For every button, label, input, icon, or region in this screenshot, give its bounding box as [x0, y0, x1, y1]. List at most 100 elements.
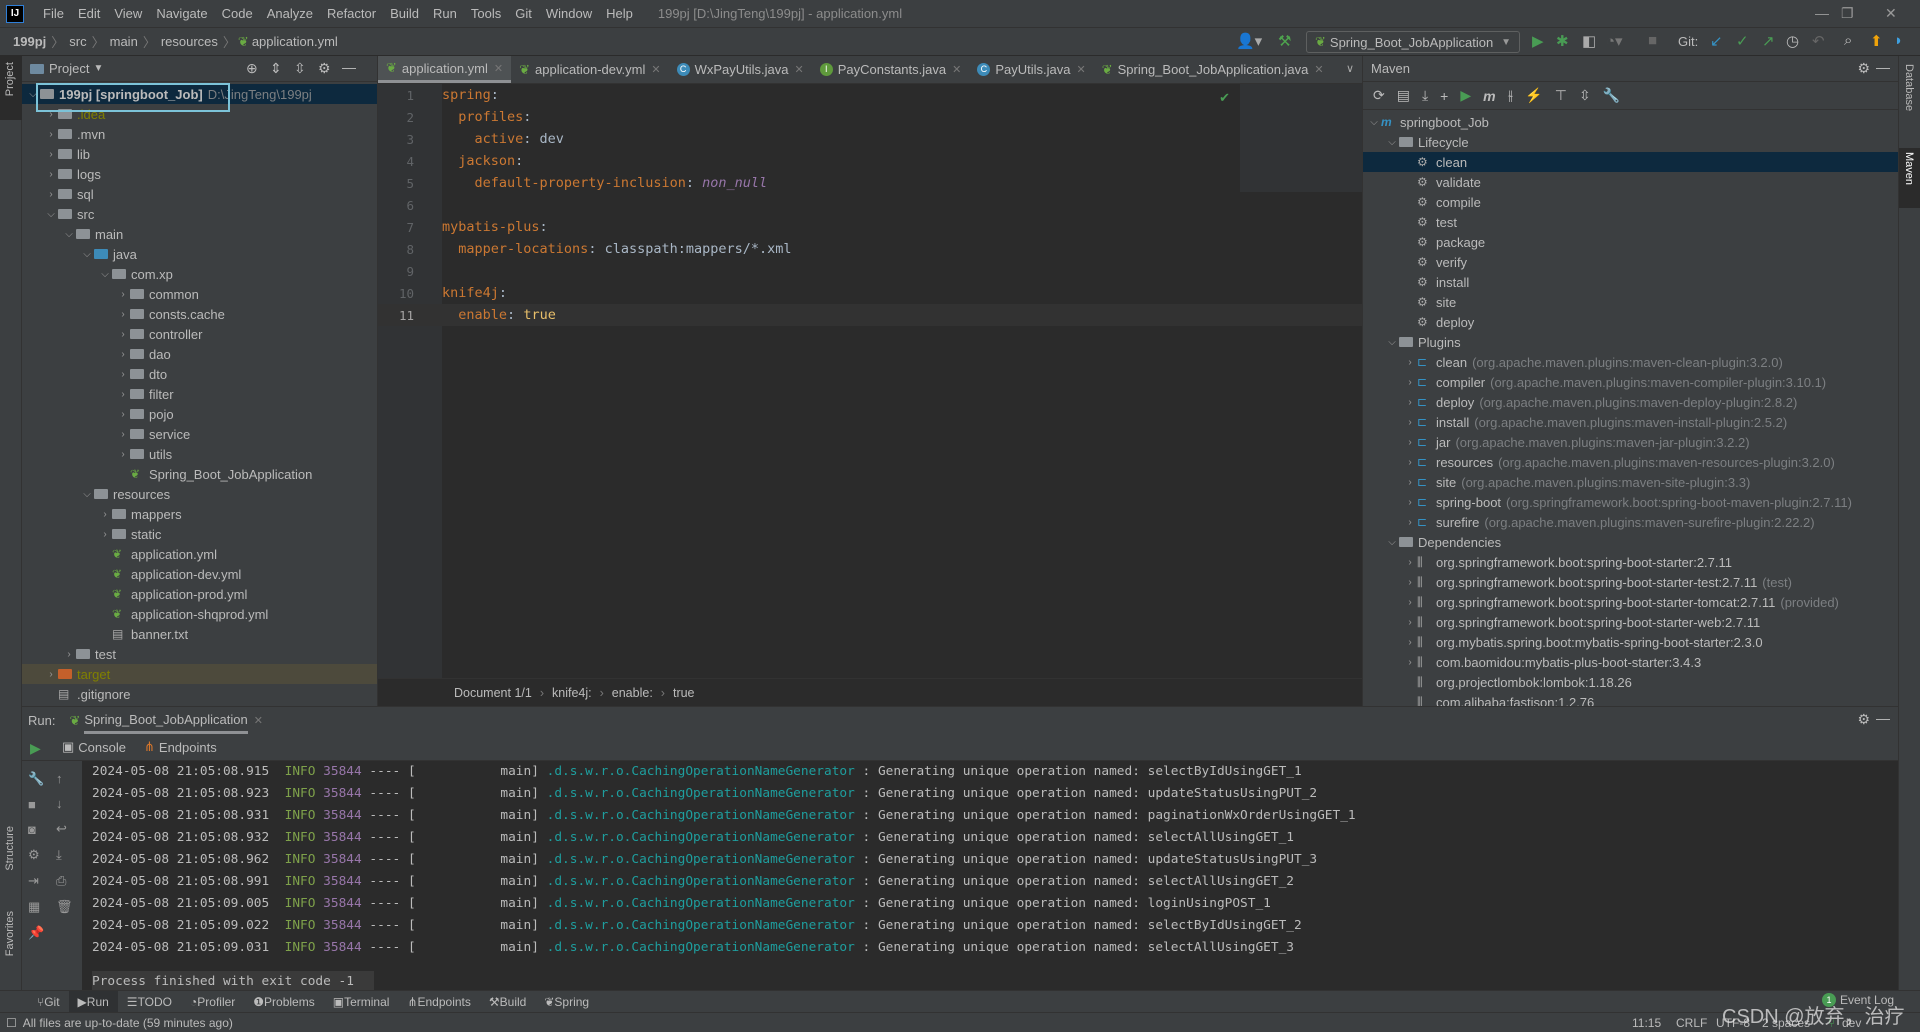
maven-tool-button[interactable]: Maven [1903, 152, 1915, 185]
hide-icon[interactable]: — [1876, 59, 1890, 75]
tree-item[interactable]: ⌵ resources [22, 484, 377, 504]
stop-icon[interactable]: ■ [28, 797, 44, 812]
breadcrumb-item[interactable]: true [667, 686, 701, 700]
tab-wxpayutils-java[interactable]: C WxPayUtils.java ✕ [669, 56, 812, 83]
run-tab[interactable]: Spring_Boot_JobApplication [84, 708, 248, 734]
run-configuration-select[interactable]: ❦ Spring_Boot_JobApplication ▼ [1306, 31, 1520, 53]
breadcrumb-item[interactable]: application.yml [249, 34, 341, 49]
menu-run[interactable]: Run [426, 6, 464, 21]
tree-item[interactable]: ❦ application-shqprod.yml [22, 604, 377, 624]
chevron-right-icon[interactable]: › [116, 369, 130, 380]
tab-application-dev-yml[interactable]: ❦ application-dev.yml ✕ [511, 56, 668, 83]
menu-edit[interactable]: Edit [71, 6, 107, 21]
menu-navigate[interactable]: Navigate [149, 6, 214, 21]
tool-tab-spring[interactable]: ❦ Spring [535, 991, 598, 1013]
run-icon[interactable]: ▶ [1532, 32, 1544, 50]
close-icon[interactable]: ✕ [1314, 63, 1323, 76]
chevron-down-icon[interactable]: ⌵ [80, 249, 94, 260]
chevron-right-icon[interactable]: › [1403, 477, 1417, 488]
code-line[interactable]: 4 jackson: [378, 150, 1362, 172]
tree-item[interactable]: ⌵ Plugins [1363, 332, 1898, 352]
tab-endpoints[interactable]: Endpoints [159, 740, 217, 755]
gear-icon[interactable]: ⚙ [1857, 60, 1870, 77]
tree-item[interactable]: › static [22, 524, 377, 544]
camera-icon[interactable]: ◙ [28, 822, 44, 837]
tool-tab-git[interactable]: ⑂ Git [28, 991, 69, 1013]
project-view-select[interactable]: Project [49, 61, 89, 76]
breadcrumb-item[interactable]: enable: [606, 686, 659, 700]
chevron-right-icon[interactable]: › [1403, 577, 1417, 588]
tree-item[interactable]: › dto [22, 364, 377, 384]
chevron-down-icon[interactable]: ⌵ [1385, 137, 1399, 148]
tree-item[interactable]: ⚙ compile [1363, 192, 1898, 212]
tab-console[interactable]: Console [78, 740, 126, 755]
tree-item[interactable]: ⌵ Dependencies [1363, 532, 1898, 552]
print-icon[interactable]: ⎙ [56, 873, 73, 889]
menu-file[interactable]: File [36, 6, 71, 21]
tree-item[interactable]: ⚙ verify [1363, 252, 1898, 272]
chevron-right-icon[interactable]: › [1403, 517, 1417, 528]
tree-item[interactable]: › ⊏ install (org.apache.maven.plugins:maven… [1363, 412, 1898, 432]
chevron-right-icon[interactable]: › [116, 449, 130, 460]
chevron-down-icon[interactable]: ⌵ [1385, 537, 1399, 548]
chevron-right-icon[interactable]: › [1403, 657, 1417, 668]
close-icon[interactable]: ✕ [952, 63, 961, 76]
chevron-right-icon[interactable]: › [116, 429, 130, 440]
tree-item[interactable]: ⫼ org.projectlombok:lombok:1.18.26 [1363, 672, 1898, 692]
tree-item[interactable]: › .mvn [22, 124, 377, 144]
database-tool-button[interactable]: Database [1903, 64, 1915, 111]
restore-button[interactable]: ❐ [1841, 5, 1854, 22]
close-icon[interactable]: ✕ [1076, 63, 1085, 76]
breadcrumb-item[interactable]: resources [158, 34, 221, 49]
expand-all-icon[interactable]: ⇕ [270, 60, 282, 77]
chevron-right-icon[interactable]: › [1403, 617, 1417, 628]
settings-icon[interactable]: ⚙ [28, 847, 44, 863]
tree-item[interactable]: ⚙ test [1363, 212, 1898, 232]
tab-payutils-java[interactable]: C PayUtils.java ✕ [969, 56, 1093, 83]
git-push-icon[interactable]: ↗ [1762, 32, 1775, 50]
tree-item[interactable]: › dao [22, 344, 377, 364]
generate-sources-icon[interactable]: ▤ [1397, 87, 1410, 104]
tree-item[interactable]: › sql [22, 184, 377, 204]
tool-tab-build[interactable]: ⚒ Build [480, 991, 535, 1013]
indent-setting[interactable]: 2 spaces [1762, 1016, 1810, 1030]
chevron-right-icon[interactable]: › [44, 669, 58, 680]
soft-wrap-icon[interactable]: ↩ [56, 821, 73, 837]
minimap[interactable] [1240, 84, 1362, 192]
tree-item[interactable]: › ⫼ org.springframework.boot:spring-boot-s… [1363, 592, 1898, 612]
tree-item[interactable]: › mappers [22, 504, 377, 524]
caret-position[interactable]: 11:15 [1632, 1016, 1661, 1030]
tree-item[interactable]: ❦ application.yml [22, 544, 377, 564]
rollback-icon[interactable]: ↶ [1812, 32, 1825, 50]
tree-item[interactable]: › ⊏ deploy (org.apache.maven.plugins:maven-… [1363, 392, 1898, 412]
tree-item[interactable]: ⌵ com.xp [22, 264, 377, 284]
tree-item[interactable]: › service [22, 424, 377, 444]
file-encoding[interactable]: UTF-8 [1716, 1016, 1750, 1030]
tree-item[interactable]: › ⊏ compiler (org.apache.maven.plugins:mave… [1363, 372, 1898, 392]
chevron-down-icon[interactable]: ⌵ [1385, 337, 1399, 348]
breadcrumb-item[interactable]: src [66, 34, 89, 49]
trash-icon[interactable]: 🗑 [56, 899, 73, 915]
chevron-right-icon[interactable]: › [62, 649, 76, 660]
tree-item[interactable]: › pojo [22, 404, 377, 424]
coverage-icon[interactable]: ◧ [1582, 32, 1596, 50]
arrow-up-icon[interactable]: ↑ [56, 771, 73, 786]
chevron-down-icon[interactable]: ⌵ [1367, 117, 1381, 128]
chevron-right-icon[interactable]: › [116, 289, 130, 300]
tab-application-yml[interactable]: ❦ application.yml ✕ [378, 56, 512, 83]
chevron-right-icon[interactable]: › [98, 529, 112, 540]
chevron-down-icon[interactable]: ⌵ [98, 269, 112, 280]
chevron-right-icon[interactable]: › [116, 309, 130, 320]
scroll-to-end-icon[interactable]: ⤓ [56, 847, 73, 863]
debug-icon[interactable]: ✱ [1556, 32, 1569, 50]
tree-item[interactable]: › ⫼ org.springframework.boot:spring-boot-s… [1363, 552, 1898, 572]
chevron-right-icon[interactable]: › [1403, 597, 1417, 608]
menu-code[interactable]: Code [215, 6, 260, 21]
event-log-button[interactable]: 1 Event Log [1822, 993, 1894, 1007]
tabs-overflow-chevron-icon[interactable]: ∨ [1346, 62, 1354, 75]
gear-icon[interactable]: ⚙ [1857, 711, 1870, 728]
tool-tab-problems[interactable]: ❶ Problems [244, 991, 323, 1013]
code-area[interactable]: 1 spring: 2 profiles: 3 active: dev 4 jackso… [378, 84, 1362, 326]
build-hammer-icon[interactable]: ⚒ [1278, 32, 1291, 50]
git-update-icon[interactable]: ↙ [1710, 32, 1723, 50]
